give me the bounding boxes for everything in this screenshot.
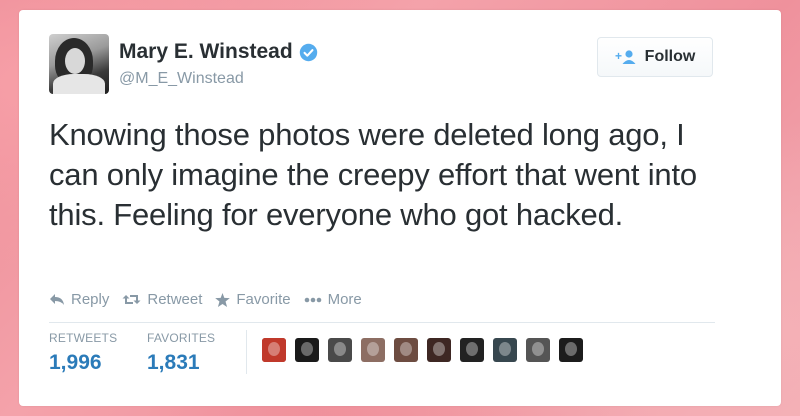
tweet-actions: Reply Retweet Favorite More <box>49 291 375 308</box>
favoriter-avatar[interactable] <box>526 338 550 362</box>
verified-badge-icon <box>299 43 317 61</box>
favoriter-avatar[interactable] <box>559 338 583 362</box>
follow-button[interactable]: + Follow <box>597 37 713 77</box>
retweets-count: 1,996 <box>49 351 102 374</box>
retweets-stat-label: RETWEETS <box>49 331 118 345</box>
star-icon <box>215 292 231 307</box>
favoriter-avatar[interactable] <box>295 338 319 362</box>
reply-button[interactable]: Reply <box>49 291 109 308</box>
favoriter-avatar[interactable] <box>394 338 418 362</box>
user-name[interactable]: Mary E. Winstead <box>119 40 293 64</box>
favoriter-avatar[interactable] <box>361 338 385 362</box>
favoriter-avatar[interactable] <box>493 338 517 362</box>
favoriter-avatar[interactable] <box>427 338 451 362</box>
favorites-stat[interactable]: FAVORITES 1,831 <box>147 331 215 375</box>
retweets-stat[interactable]: RETWEETS 1,996 <box>49 331 117 375</box>
retweet-label: Retweet <box>147 291 203 308</box>
favoriters-list <box>262 338 592 362</box>
favorite-label: Favorite <box>236 291 291 308</box>
profile-avatar[interactable] <box>49 34 109 94</box>
reply-label: Reply <box>71 291 110 308</box>
follow-label: Follow <box>644 48 696 65</box>
tweet-text: Knowing those photos were deleted long a… <box>49 117 697 232</box>
svg-text:+: + <box>615 49 622 63</box>
user-handle[interactable]: @M_E_Winstead <box>119 70 244 88</box>
favoriter-avatar[interactable] <box>262 338 286 362</box>
more-icon <box>304 297 321 302</box>
more-button[interactable]: More <box>304 291 362 308</box>
favorite-button[interactable]: Favorite <box>215 291 291 308</box>
favorites-count: 1,831 <box>147 351 200 374</box>
favorites-stat-label: FAVORITES <box>147 331 216 345</box>
more-label: More <box>327 291 362 308</box>
reply-icon <box>50 294 64 305</box>
favoriter-avatar[interactable] <box>460 338 484 362</box>
retweet-button[interactable]: Retweet <box>122 291 202 308</box>
avatar-body <box>53 74 105 94</box>
retweet-icon <box>122 295 141 304</box>
user-name-row[interactable]: Mary E. Winstead <box>119 40 318 64</box>
avatar-face <box>65 48 85 74</box>
favoriter-avatar[interactable] <box>328 338 352 362</box>
stats-separator <box>246 330 247 374</box>
add-user-icon: + <box>615 49 636 64</box>
stats-divider <box>49 322 715 323</box>
